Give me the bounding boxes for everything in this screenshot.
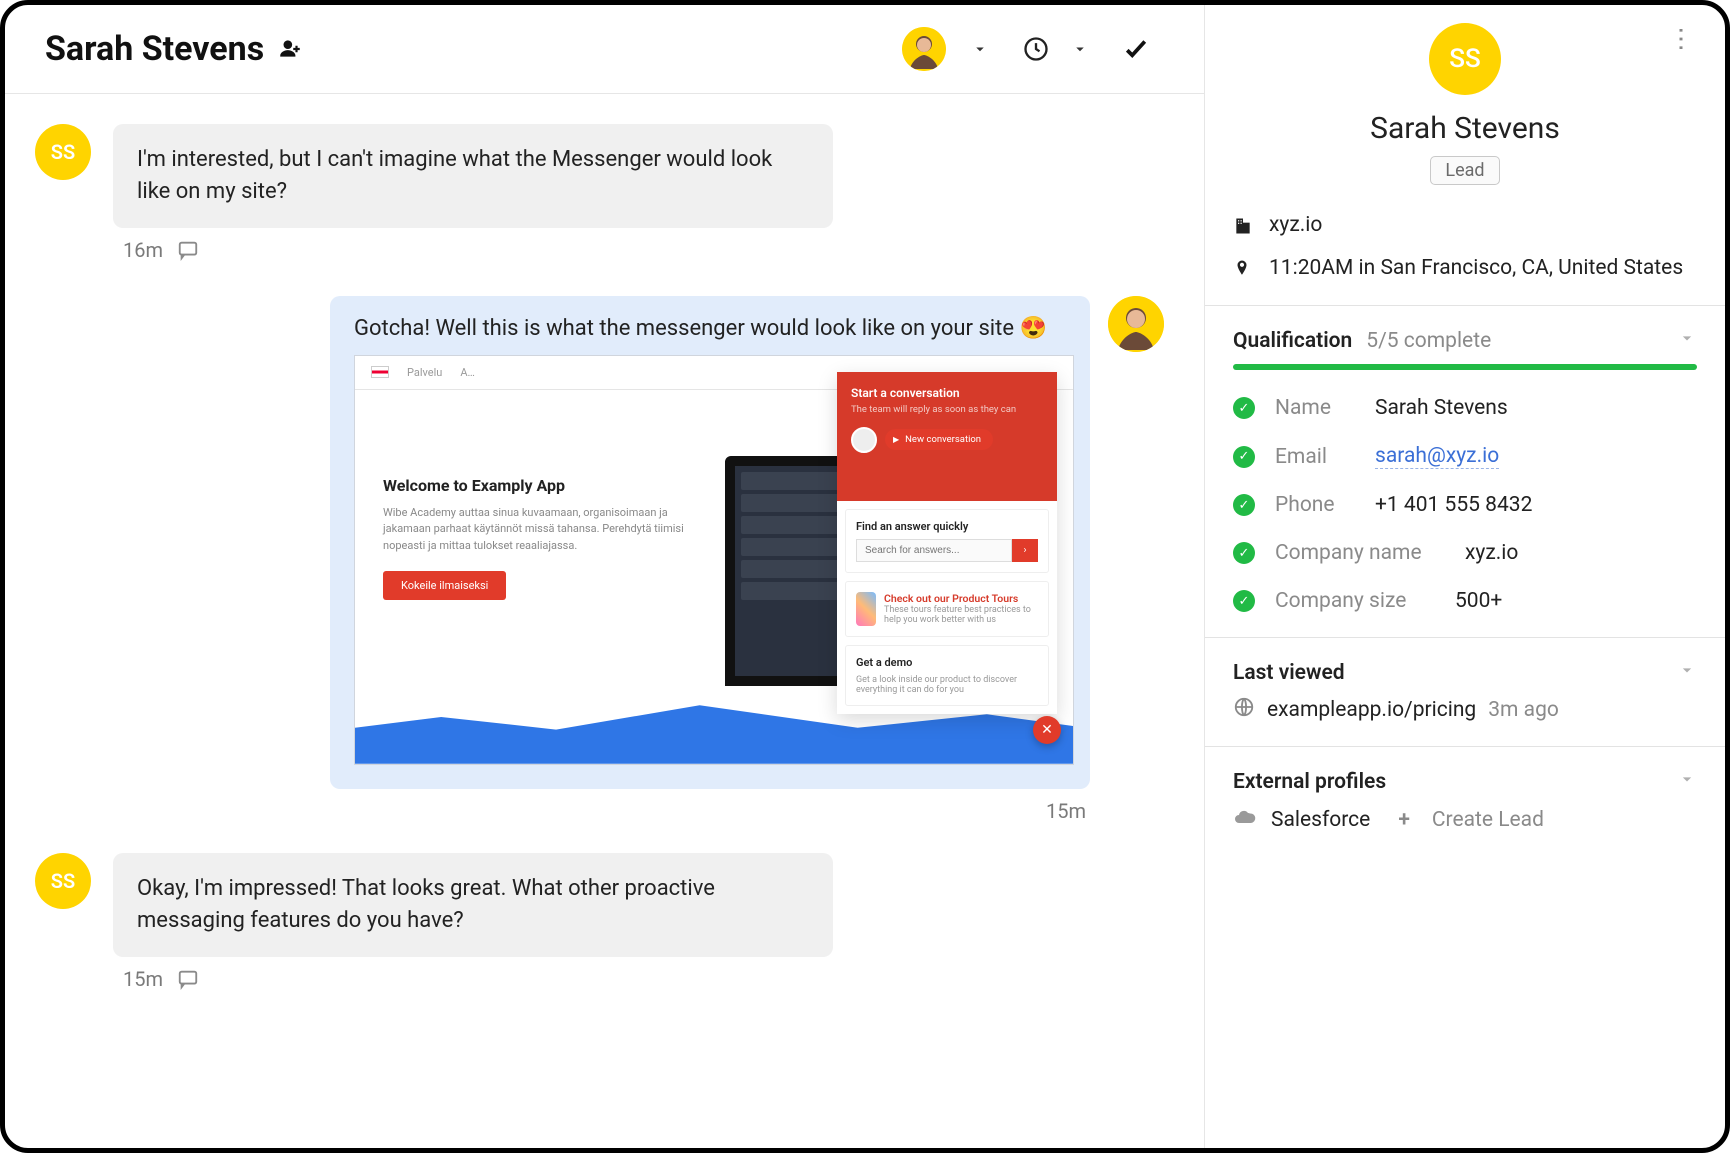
snooze-dropdown-icon[interactable] bbox=[1060, 29, 1100, 69]
field-value[interactable]: sarah@xyz.io bbox=[1375, 444, 1499, 469]
message-timestamp: 15m bbox=[1046, 799, 1086, 823]
preview-hero-body: Wibe Academy auttaa sinua kuvaamaan, org… bbox=[383, 505, 693, 555]
message-timestamp: 16m bbox=[123, 238, 163, 262]
message-out: Gotcha! Well this is what the messenger … bbox=[35, 296, 1164, 789]
customer-avatar: SS bbox=[35, 853, 91, 909]
qualification-field-company-size: ✓ Company size 500+ bbox=[1233, 589, 1697, 613]
create-lead-button[interactable]: Create Lead bbox=[1432, 808, 1544, 832]
message-bubble: I'm interested, but I can't imagine what… bbox=[113, 124, 833, 228]
qualification-progress bbox=[1233, 364, 1697, 370]
add-person-icon[interactable] bbox=[276, 35, 304, 63]
field-value[interactable]: +1 401 555 8432 bbox=[1375, 493, 1532, 517]
close-conversation-button[interactable] bbox=[1116, 29, 1156, 69]
chevron-down-icon bbox=[1677, 328, 1697, 354]
agent-avatar bbox=[1108, 296, 1164, 352]
preview-card-title: Get a demo bbox=[856, 656, 1038, 669]
conversation-title: Sarah Stevens bbox=[45, 29, 264, 69]
preview-panel-sub: The team will reply as soon as they can bbox=[851, 404, 1043, 415]
qualification-field-company-name: ✓ Company name xyz.io bbox=[1233, 541, 1697, 565]
field-value[interactable]: 500+ bbox=[1455, 589, 1502, 613]
chevron-down-icon bbox=[1677, 660, 1697, 686]
profile-avatar: SS bbox=[1429, 23, 1501, 95]
message-meta: 16m bbox=[123, 238, 1164, 262]
message-timestamp: 15m bbox=[123, 967, 163, 991]
field-label: Email bbox=[1275, 445, 1355, 469]
qualification-status: 5/5 complete bbox=[1366, 329, 1491, 353]
preview-new-conversation: New conversation bbox=[885, 429, 993, 450]
preview-card-title: Find an answer quickly bbox=[856, 520, 1038, 533]
salesforce-icon bbox=[1233, 805, 1257, 835]
message-bubble: Okay, I'm impressed! That looks great. W… bbox=[113, 853, 833, 957]
app-frame: Sarah Stevens SS bbox=[0, 0, 1730, 1153]
note-icon[interactable] bbox=[177, 239, 199, 261]
qualification-field-name: ✓ Name Sarah Stevens bbox=[1233, 396, 1697, 420]
field-value[interactable]: xyz.io bbox=[1465, 541, 1518, 565]
preview-hero-cta: Kokeile ilmaiseksi bbox=[383, 571, 506, 600]
company-site[interactable]: xyz.io bbox=[1269, 213, 1322, 237]
message-meta: 15m bbox=[35, 799, 1086, 823]
preview-search-input bbox=[856, 539, 1012, 562]
snooze-button[interactable] bbox=[1016, 29, 1056, 69]
message-meta: 15m bbox=[123, 967, 1164, 991]
conversation-pane: Sarah Stevens SS bbox=[5, 5, 1205, 1148]
qualification-field-email: ✓ Email sarah@xyz.io bbox=[1233, 444, 1697, 469]
message-bubble: Gotcha! Well this is what the messenger … bbox=[330, 296, 1090, 789]
conversation-header: Sarah Stevens bbox=[5, 5, 1204, 94]
external-provider: Salesforce bbox=[1271, 808, 1370, 832]
field-label: Name bbox=[1275, 396, 1355, 420]
field-label: Company name bbox=[1275, 541, 1445, 565]
external-profiles-section-toggle[interactable]: External profiles bbox=[1233, 769, 1697, 795]
more-options-icon[interactable]: ⋯ bbox=[1666, 26, 1696, 54]
company-row: xyz.io bbox=[1233, 213, 1697, 242]
assignee-avatar[interactable] bbox=[902, 27, 946, 71]
profile-name: Sarah Stevens bbox=[1233, 111, 1697, 146]
section-label: Qualification bbox=[1233, 329, 1352, 353]
message-in: SS I'm interested, but I can't imagine w… bbox=[35, 124, 1164, 228]
pin-icon bbox=[1233, 259, 1255, 283]
check-icon: ✓ bbox=[1233, 397, 1255, 419]
preview-card-sub: These tours feature best practices to he… bbox=[884, 605, 1038, 625]
building-icon bbox=[1233, 216, 1255, 242]
last-viewed-section-toggle[interactable]: Last viewed bbox=[1233, 660, 1697, 686]
chevron-down-icon bbox=[1677, 769, 1697, 795]
check-icon: ✓ bbox=[1233, 542, 1255, 564]
message-thread: SS I'm interested, but I can't imagine w… bbox=[5, 94, 1204, 1148]
customer-avatar: SS bbox=[35, 124, 91, 180]
location-text: 11:20AM in San Francisco, CA, United Sta… bbox=[1269, 256, 1683, 280]
field-label: Phone bbox=[1275, 493, 1355, 517]
preview-close-icon: ✕ bbox=[1033, 716, 1061, 744]
check-icon: ✓ bbox=[1233, 446, 1255, 468]
flag-icon bbox=[371, 366, 389, 378]
preview-card-sub: Get a look inside our product to discove… bbox=[856, 675, 1038, 695]
assignee-dropdown-icon[interactable] bbox=[960, 29, 1000, 69]
note-icon[interactable] bbox=[177, 968, 199, 990]
field-value[interactable]: Sarah Stevens bbox=[1375, 396, 1508, 420]
preview-nav-item: Palvelu bbox=[407, 366, 442, 379]
check-icon: ✓ bbox=[1233, 590, 1255, 612]
profile-sidebar: ⋯ SS Sarah Stevens Lead xyz.io 11:20AM i… bbox=[1205, 5, 1725, 1148]
lead-badge: Lead bbox=[1430, 156, 1499, 185]
plus-icon[interactable]: + bbox=[1398, 808, 1410, 832]
last-viewed-row[interactable]: exampleapp.io/pricing 3m ago bbox=[1233, 696, 1697, 724]
qualification-section-toggle[interactable]: Qualification 5/5 complete bbox=[1233, 328, 1697, 354]
globe-icon bbox=[1233, 696, 1255, 724]
section-label: Last viewed bbox=[1233, 661, 1345, 685]
last-viewed-url: exampleapp.io/pricing bbox=[1267, 698, 1476, 722]
message-text: Gotcha! Well this is what the messenger … bbox=[354, 316, 1066, 341]
preview-search-go-icon: › bbox=[1012, 539, 1038, 562]
location-row: 11:20AM in San Francisco, CA, United Sta… bbox=[1233, 256, 1697, 283]
check-icon: ✓ bbox=[1233, 494, 1255, 516]
preview-nav-item: A… bbox=[460, 366, 475, 379]
section-label: External profiles bbox=[1233, 770, 1386, 794]
last-viewed-ago: 3m ago bbox=[1488, 698, 1559, 722]
messenger-preview-image: Palvelu A… Welcome to Examply App Wibe A… bbox=[354, 355, 1074, 765]
preview-panel-title: Start a conversation bbox=[851, 386, 1043, 400]
preview-hero-title: Welcome to Examply App bbox=[383, 476, 693, 495]
qualification-field-phone: ✓ Phone +1 401 555 8432 bbox=[1233, 493, 1697, 517]
message-in: SS Okay, I'm impressed! That looks great… bbox=[35, 853, 1164, 957]
external-profile-row: Salesforce + Create Lead bbox=[1233, 805, 1697, 835]
field-label: Company size bbox=[1275, 589, 1435, 613]
preview-messenger-panel: Start a conversation The team will reply… bbox=[837, 372, 1057, 714]
preview-card-title: Check out our Product Tours bbox=[884, 592, 1038, 605]
